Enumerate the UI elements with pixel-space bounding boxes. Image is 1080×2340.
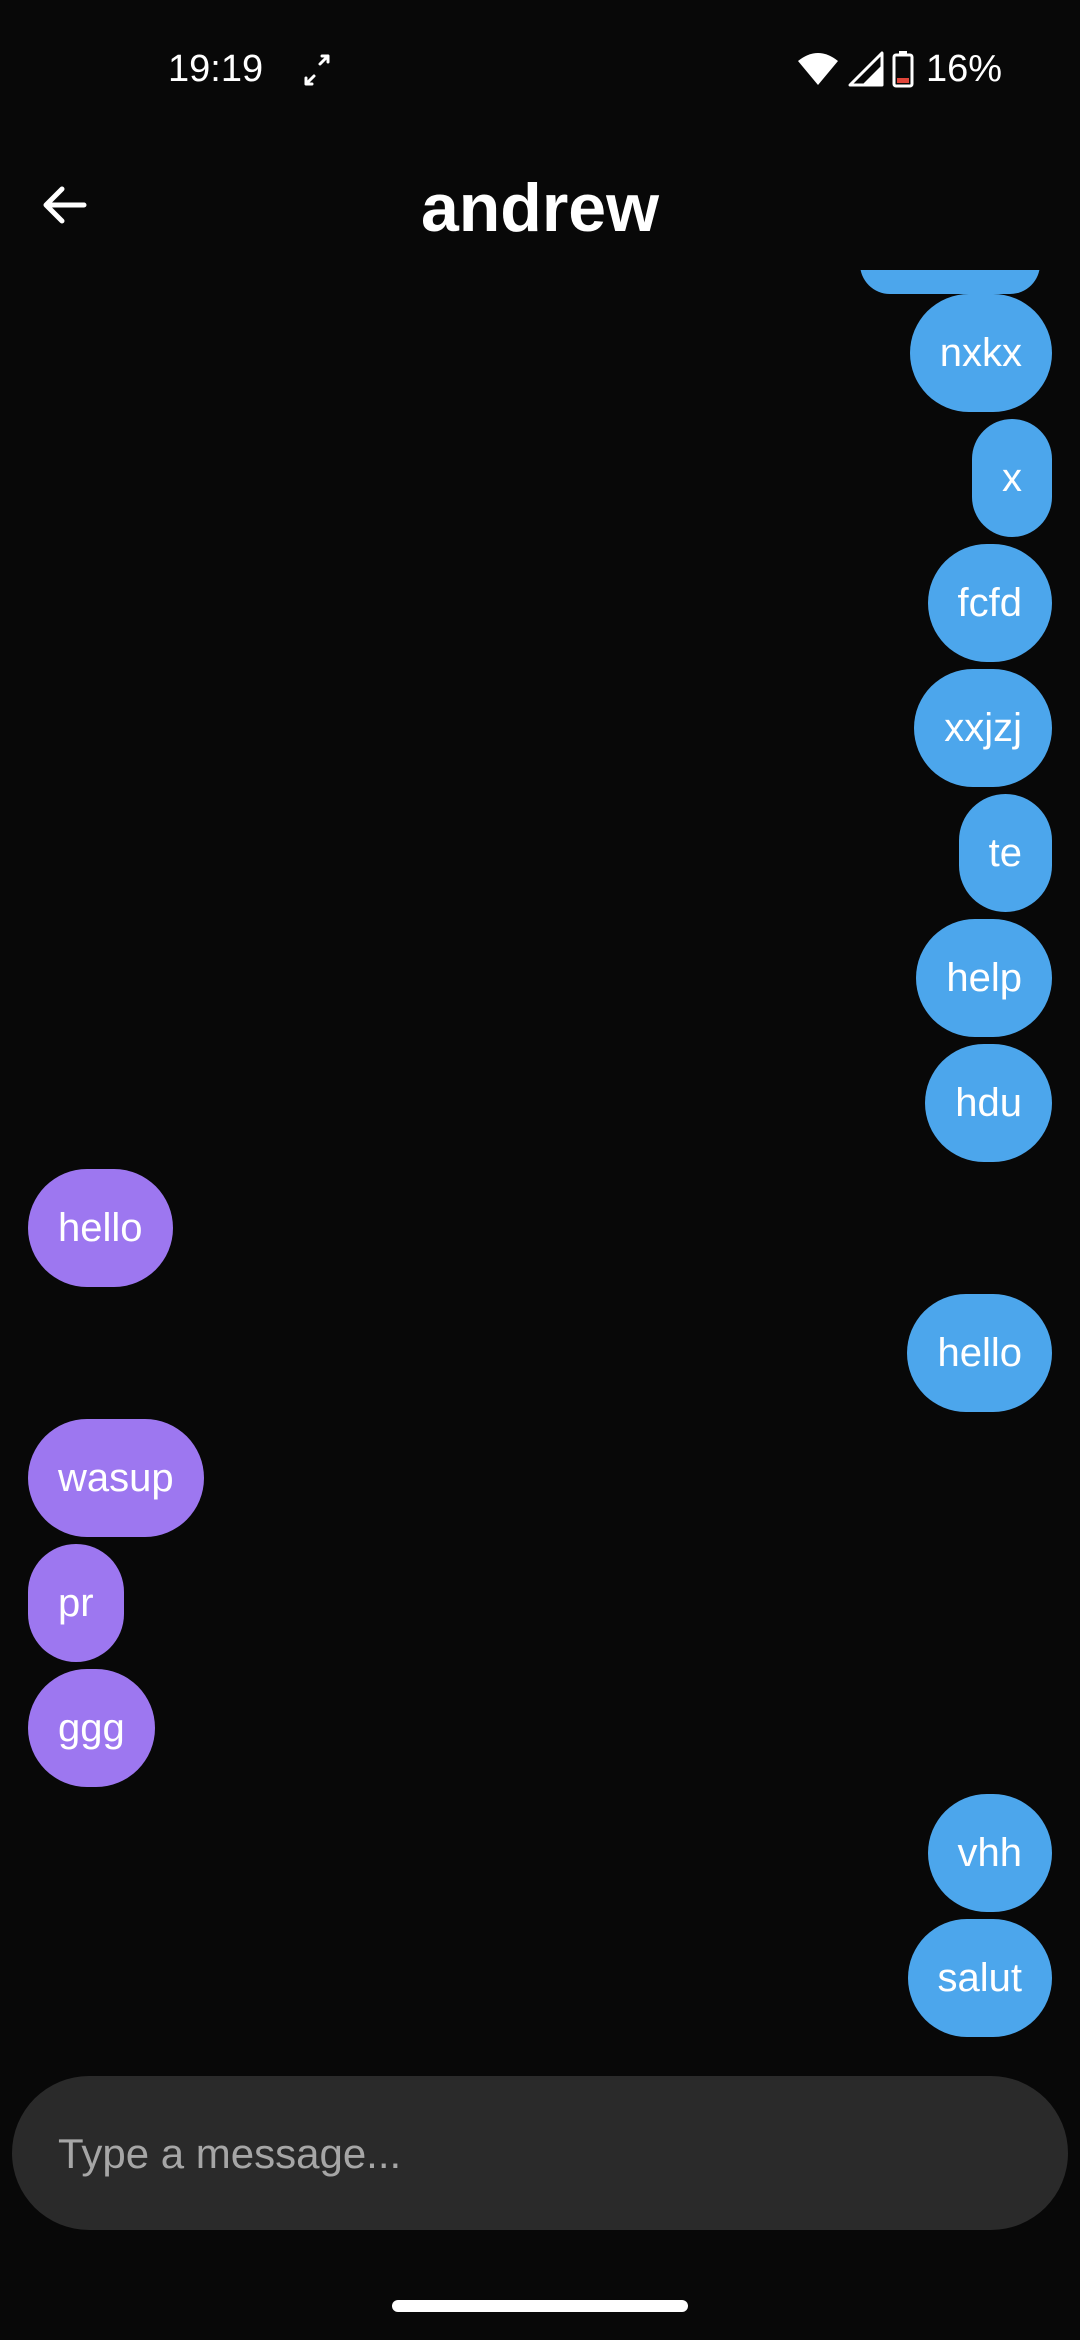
message-bubble-partial bbox=[860, 270, 1040, 294]
chat-title: andrew bbox=[420, 170, 660, 246]
status-bar: 19:19 16% bbox=[0, 0, 1080, 140]
message-text: help bbox=[946, 955, 1022, 1000]
wifi-icon bbox=[797, 53, 838, 85]
message-input[interactable] bbox=[56, 2076, 1020, 2232]
message-composer bbox=[12, 2076, 1068, 2232]
status-indicators: 16% bbox=[796, 46, 1002, 92]
message-bubble-sent: hello bbox=[907, 1294, 1052, 1412]
message-bubble-received: hello bbox=[28, 1169, 173, 1287]
message-bubble-sent: nxkx bbox=[909, 294, 1052, 412]
message-text: hello bbox=[58, 1205, 143, 1250]
message-text: salut bbox=[937, 1955, 1023, 2000]
message-bubble-sent: fcfd bbox=[927, 544, 1052, 662]
message-text: x bbox=[1002, 455, 1022, 500]
message-text: te bbox=[988, 830, 1022, 875]
message-bubble-sent: vhh bbox=[927, 1794, 1052, 1912]
message-bubble-sent: help bbox=[916, 919, 1052, 1037]
message-text: wasup bbox=[58, 1455, 174, 1500]
message-text: hdu bbox=[955, 1080, 1022, 1125]
home-indicator[interactable] bbox=[392, 2300, 688, 2312]
message-bubble-received: ggg bbox=[28, 1669, 155, 1787]
chat-header: andrew bbox=[0, 140, 1080, 270]
message-list[interactable]: nxkx x fcfd xxjzj te help hdu hello hell… bbox=[0, 270, 1080, 2070]
message-text: vhh bbox=[957, 1830, 1023, 1875]
message-text: hello bbox=[937, 1330, 1022, 1375]
message-text: ggg bbox=[58, 1705, 125, 1750]
sync-icon bbox=[304, 54, 330, 86]
battery-icon bbox=[892, 51, 914, 88]
status-time: 19:19 bbox=[168, 48, 264, 90]
message-bubble-received: wasup bbox=[28, 1419, 204, 1537]
message-bubble-received: pr bbox=[28, 1544, 124, 1662]
message-text: nxkx bbox=[939, 330, 1022, 375]
message-text: fcfd bbox=[957, 580, 1022, 625]
message-bubble-sent: te bbox=[958, 794, 1052, 912]
message-bubble-sent: hdu bbox=[925, 1044, 1052, 1162]
message-text: xxjzj bbox=[944, 705, 1022, 750]
message-bubble-sent: xxjzj bbox=[914, 669, 1052, 787]
message-bubble-sent: salut bbox=[907, 1919, 1052, 2037]
battery-percentage: 16% bbox=[925, 48, 1002, 90]
message-bubble-sent: x bbox=[972, 419, 1052, 537]
signal-icon bbox=[848, 51, 884, 87]
message-text: pr bbox=[58, 1580, 94, 1625]
